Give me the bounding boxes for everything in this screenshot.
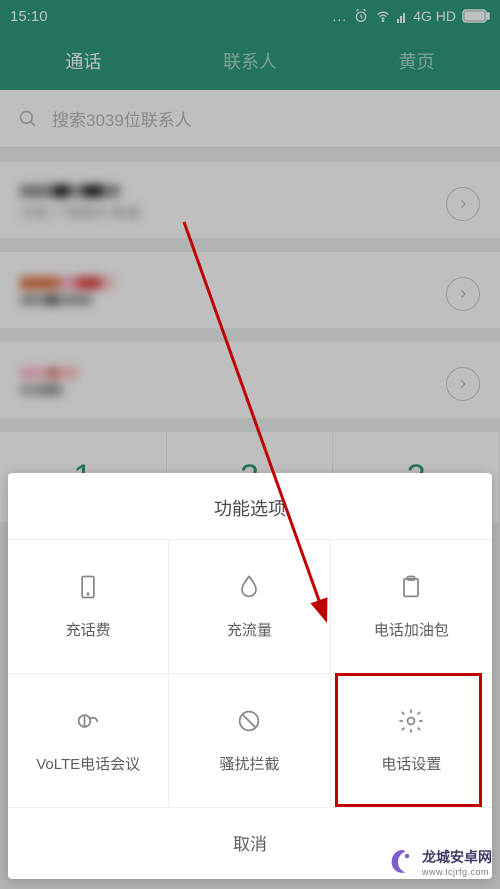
nosign-icon (235, 707, 263, 735)
option-block[interactable]: 骚扰拦截 (169, 673, 330, 807)
option-booster[interactable]: 电话加油包 (331, 539, 492, 673)
sheet-title: 功能选项 (8, 473, 492, 539)
option-topup-data[interactable]: 充流量 (169, 539, 330, 673)
watermark: 龙城安卓网 www.lcjrfg.com (386, 847, 492, 877)
gear-icon (397, 707, 425, 735)
watermark-logo-icon (386, 847, 416, 877)
drop-icon (235, 573, 263, 601)
option-topup-phone[interactable]: 充话费 (8, 539, 169, 673)
tablet-icon (74, 573, 102, 601)
action-sheet: 功能选项 充话费 充流量 电话加油包 VoLTE电话会议 骚扰拦截 电话设置 取… (8, 473, 492, 879)
clipboard-icon (397, 573, 425, 601)
option-volte[interactable]: VoLTE电话会议 (8, 673, 169, 807)
mic-icon (74, 707, 102, 735)
option-settings[interactable]: 电话设置 (331, 673, 492, 807)
